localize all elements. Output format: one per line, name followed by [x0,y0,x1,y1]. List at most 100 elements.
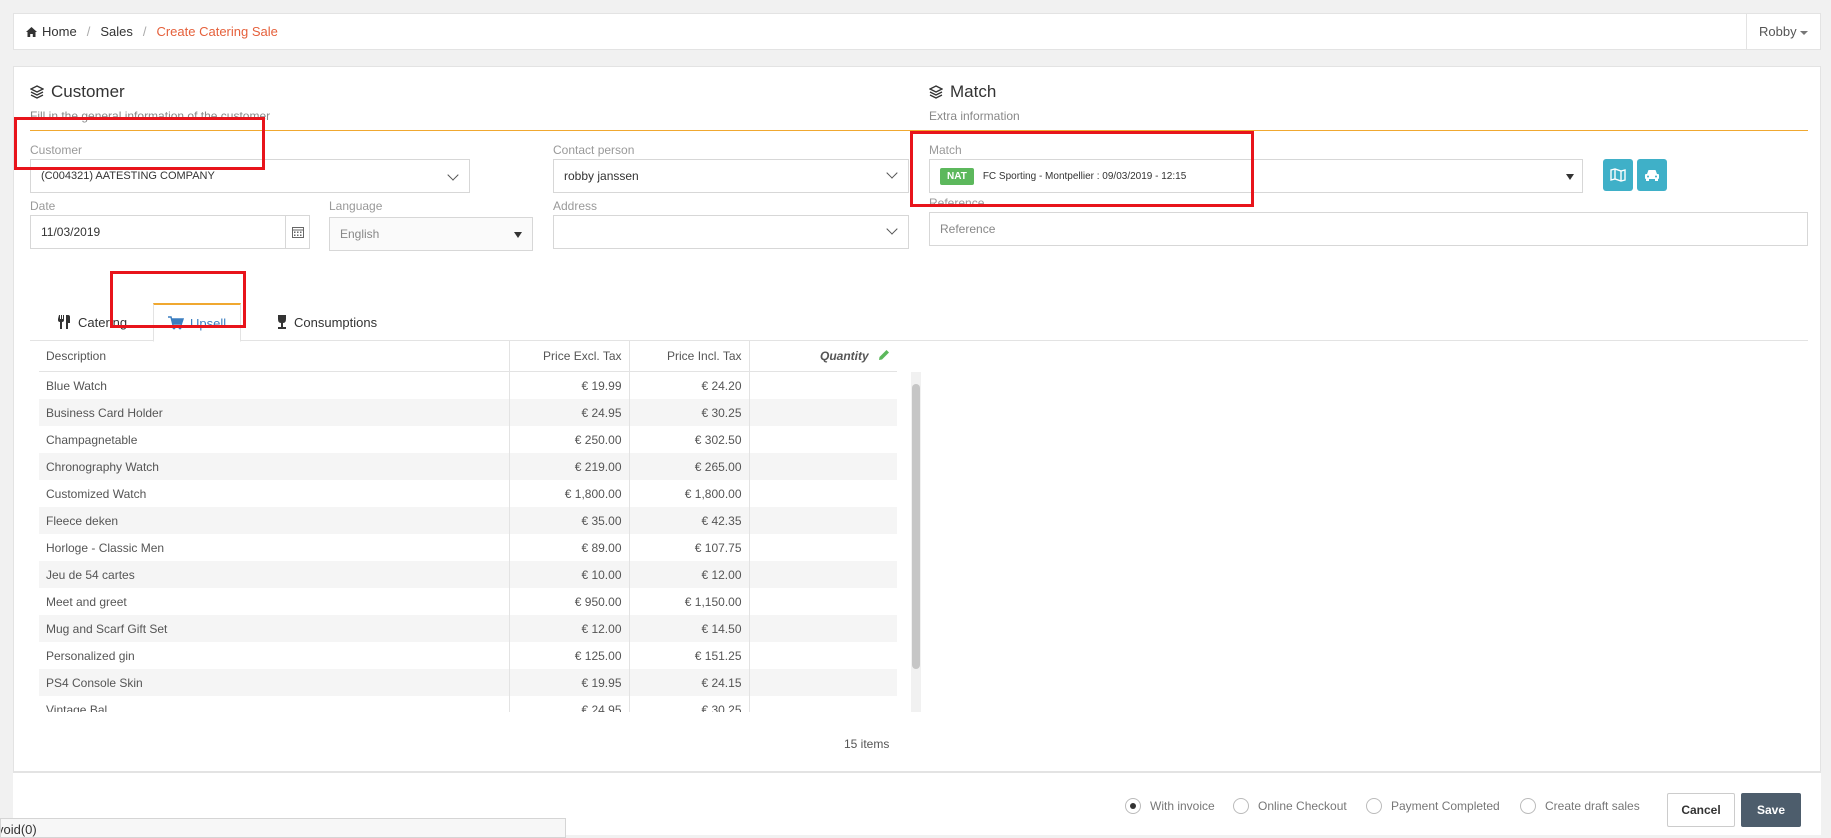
cell-incl: € 1,800.00 [628,480,749,507]
layers-icon [929,85,943,99]
customer-select[interactable]: (C004321) AATESTING COMPANY [30,159,470,193]
contact-select[interactable]: robby janssen [553,159,909,193]
radio-unchecked-icon [1233,798,1249,814]
address-select[interactable] [553,215,909,249]
customer-title-text: Customer [51,82,125,101]
chevron-down-icon [447,169,459,181]
cell-excl: € 125.00 [508,642,629,669]
radio-create-draft[interactable]: Create draft sales [1520,798,1640,814]
cell-qty[interactable] [748,642,897,669]
cell-qty[interactable] [748,588,897,615]
top-bar: Home / Sales / Create Catering Sale Robb… [13,13,1821,50]
cancel-button[interactable]: Cancel [1667,793,1735,827]
radio-online-checkout[interactable]: Online Checkout [1233,798,1347,814]
reference-label: Reference [929,196,985,210]
cell-incl: € 30.25 [628,696,749,712]
tab-upsell[interactable]: Upsell [153,303,242,342]
cell-incl: € 42.35 [628,507,749,534]
grid-scrollbar[interactable] [911,372,921,712]
section-divider [30,130,1808,131]
cell-qty[interactable] [748,561,897,588]
cell-qty[interactable] [748,453,897,480]
breadcrumb: Home / Sales / Create Catering Sale [26,24,278,39]
car-button[interactable] [1637,159,1667,191]
table-row[interactable]: Mug and Scarf Gift Set € 12.00 € 14.50 [39,615,897,642]
match-label: Match [929,143,962,157]
cell-qty[interactable] [748,696,897,712]
column-price-excl[interactable]: Price Excl. Tax [508,341,629,372]
user-menu[interactable]: Robby [1746,14,1820,49]
cell-qty[interactable] [748,372,897,399]
cell-description: Fleece deken [39,507,509,534]
reference-placeholder: Reference [940,222,996,236]
pencil-icon [879,349,889,360]
cell-description: Business Card Holder [39,399,509,426]
save-button[interactable]: Save [1741,793,1801,827]
table-row[interactable]: Jeu de 54 cartes € 10.00 € 12.00 [39,561,897,588]
language-select[interactable]: English [329,217,533,251]
layers-icon [30,85,44,99]
cell-description: Blue Watch [46,378,107,393]
column-price-incl[interactable]: Price Incl. Tax [628,341,749,372]
cell-description: Mug and Scarf Gift Set [39,615,509,642]
cell-qty[interactable] [748,399,897,426]
cell-description: Vintage Bal [46,702,108,713]
cell-qty[interactable] [748,534,897,561]
breadcrumb-separator: / [86,24,91,39]
caret-down-icon [514,232,522,238]
cell-qty[interactable] [748,669,897,696]
table-row[interactable]: Personalized gin € 125.00 € 151.25 [39,642,897,669]
wine-glass-icon [278,315,286,329]
table-row[interactable]: Meet and greet € 950.00 € 1,150.00 [39,588,897,615]
radio-payment-completed[interactable]: Payment Completed [1366,798,1500,814]
match-select[interactable]: NAT FC Sporting - Montpellier : 09/03/20… [929,159,1583,193]
cell-description: Personalized gin [46,648,135,663]
column-quantity[interactable]: Quantity [748,341,897,372]
cell-excl: € 89.00 [508,534,629,561]
radio-create-draft-label: Create draft sales [1545,799,1640,813]
reference-input[interactable]: Reference [929,212,1808,246]
cell-excl: € 12.00 [508,615,629,642]
cell-qty[interactable] [748,615,897,642]
radio-with-invoice-label: With invoice [1150,799,1215,813]
tab-catering[interactable]: Catering [42,303,141,341]
table-row[interactable]: Fleece deken € 35.00 € 42.35 [39,507,897,534]
cell-incl: € 1,150.00 [628,588,749,615]
car-icon [1645,170,1659,181]
radio-checked-icon [1125,798,1141,814]
chevron-down-icon [886,223,898,235]
cell-excl: € 950.00 [508,588,629,615]
chevron-down-icon [886,167,898,179]
date-input[interactable]: 11/03/2019 [30,215,310,249]
table-row[interactable]: Champagnetable € 250.00 € 302.50 [39,426,897,453]
map-button[interactable] [1603,159,1633,191]
match-value: FC Sporting - Montpellier : 09/03/2019 -… [982,170,1187,182]
cell-incl: € 30.25 [628,399,749,426]
column-description[interactable]: Description [39,341,509,372]
grid-body[interactable]: Blue Watch € 19.99 € 24.20 Business Card Ho… [39,372,897,712]
breadcrumb-home[interactable]: Home [42,24,77,39]
table-row[interactable]: Horloge - Classic Men € 89.00 € 107.75 [39,534,897,561]
items-count: 15 items [844,737,890,751]
browser-status-bar: void(0) [0,818,566,838]
tab-consumptions[interactable]: Consumptions [262,303,391,341]
customer-label: Customer [30,143,83,157]
date-value: 11/03/2019 [41,225,101,239]
table-row[interactable]: Customized Watch € 1,800.00 € 1,800.00 [39,480,897,507]
breadcrumb-sales[interactable]: Sales [100,24,133,39]
table-row[interactable]: Chronography Watch € 219.00 € 265.00 [39,453,897,480]
table-row[interactable]: PS4 Console Skin € 19.95 € 24.15 [39,669,897,696]
scrollbar-thumb[interactable] [912,384,920,669]
radio-unchecked-icon [1520,798,1536,814]
cell-excl: € 1,800.00 [508,480,629,507]
calendar-button[interactable] [285,216,309,248]
caret-down-icon [1799,30,1808,35]
table-row[interactable]: Blue Watch € 19.99 € 24.20 [39,372,897,399]
radio-with-invoice[interactable]: With invoice [1125,798,1215,814]
cell-qty[interactable] [748,480,897,507]
cell-qty[interactable] [748,426,897,453]
cell-qty[interactable] [748,507,897,534]
table-row[interactable]: Business Card Holder € 24.95 € 30.25 [39,399,897,426]
upsell-grid: Description Price Excl. Tax Price Incl. … [39,341,922,731]
table-row[interactable]: Vintage Bal € 24.95 € 30.25 [39,696,897,712]
